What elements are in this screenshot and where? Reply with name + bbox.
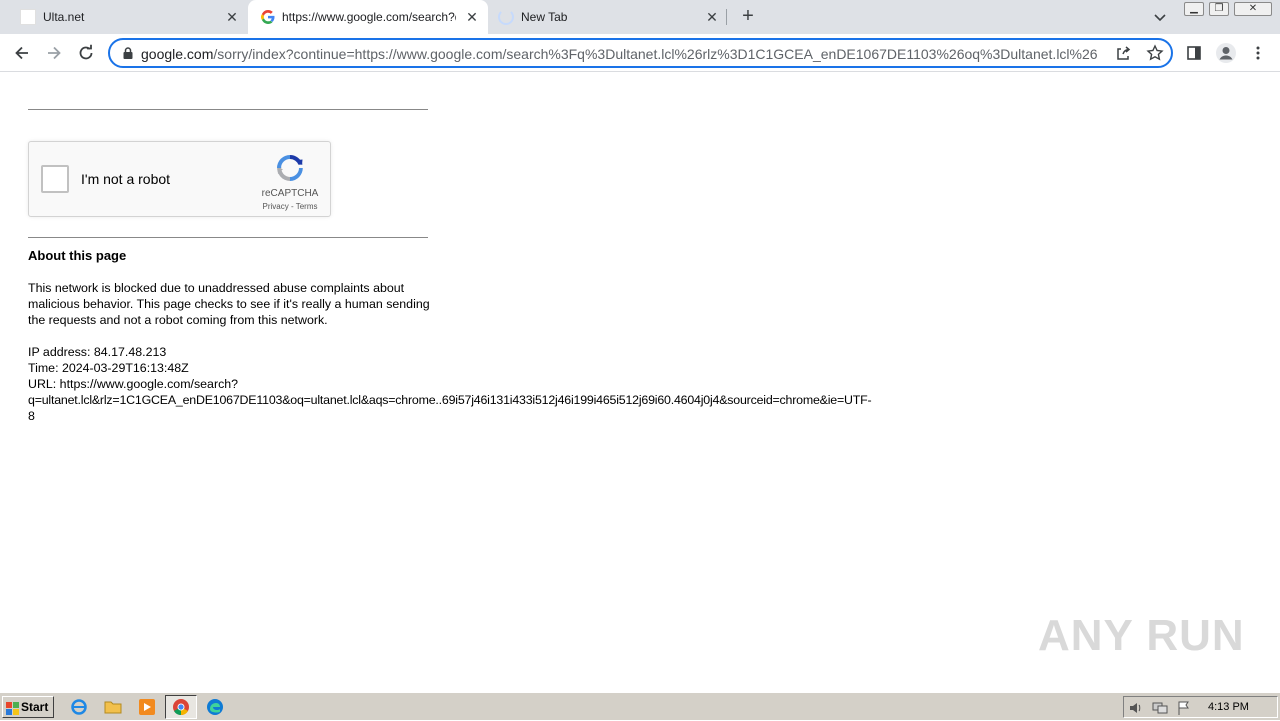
tab-title: https://www.google.com/search?q=	[282, 10, 456, 24]
url-line: q=ultanet.lcl&rlz=1C1GCEA_enDE1067DE1103…	[28, 393, 872, 407]
url-host: google.com	[141, 46, 214, 62]
page-icon	[20, 9, 36, 25]
request-info: IP address: 84.17.48.213 Time: 2024-03-2…	[28, 344, 948, 424]
captcha-label: I'm not a robot	[81, 171, 171, 187]
close-window-button[interactable]: ✕	[1234, 2, 1272, 16]
url-line: 8	[28, 409, 35, 423]
profile-icon	[1216, 43, 1236, 63]
captcha-brand: reCAPTCHA	[261, 188, 319, 199]
time-stamp: Time: 2024-03-29T16:13:48Z	[28, 361, 189, 375]
taskbar-chrome-button[interactable]	[165, 695, 197, 719]
system-tray: 4:13 PM	[1123, 696, 1278, 718]
anyrun-watermark: ANY RUN	[1038, 611, 1245, 660]
back-button[interactable]	[10, 41, 34, 65]
address-bar[interactable]: google.com/sorry/index?continue=https://…	[108, 38, 1173, 68]
speaker-icon[interactable]	[1128, 700, 1144, 716]
chevron-down-icon[interactable]	[1152, 9, 1168, 25]
clock: 4:13 PM	[1208, 701, 1249, 713]
side-panel-button[interactable]	[1182, 41, 1206, 65]
google-icon	[260, 9, 276, 25]
flag-icon[interactable]	[1176, 700, 1192, 716]
url-path: /sorry/index?continue=https://www.google…	[213, 46, 1098, 62]
new-tab-button[interactable]: +	[737, 6, 759, 28]
kebab-menu-icon	[1256, 46, 1260, 60]
reload-icon	[79, 44, 93, 60]
recaptcha-widget: I'm not a robot reCAPTCHA Privacy - Term…	[28, 141, 331, 217]
menu-button[interactable]	[1246, 41, 1270, 65]
chrome-icon	[173, 699, 189, 716]
share-icon[interactable]	[1114, 45, 1132, 63]
close-icon[interactable]: ✕	[224, 9, 240, 25]
profile-button[interactable]	[1214, 41, 1238, 65]
tab-title: Ulta.net	[43, 10, 85, 24]
tab-ulta[interactable]: Ulta.net ✕	[8, 0, 248, 34]
forward-button[interactable]	[42, 41, 66, 65]
lock-icon[interactable]	[121, 46, 135, 60]
media-player-icon[interactable]	[138, 698, 156, 716]
url-text[interactable]: google.com/sorry/index?continue=https://…	[141, 46, 1106, 62]
recaptcha-logo-icon	[274, 152, 306, 184]
tab-google[interactable]: https://www.google.com/search?q= ✕	[248, 0, 488, 34]
close-icon[interactable]: ✕	[464, 9, 480, 25]
arrow-left-icon	[15, 46, 28, 60]
page-content: I'm not a robot reCAPTCHA Privacy - Term…	[0, 73, 1280, 692]
tab-new[interactable]: New Tab ✕	[488, 0, 728, 34]
taskbar: Start 4:13 PM	[0, 692, 1280, 720]
url-line: URL: https://www.google.com/search?	[28, 377, 239, 391]
tab-title: New Tab	[521, 10, 568, 24]
folder-icon[interactable]	[104, 698, 122, 716]
privacy-link[interactable]: Privacy	[263, 202, 289, 211]
minimize-button[interactable]: ▁	[1184, 2, 1204, 16]
about-heading: About this page	[28, 248, 127, 263]
divider	[28, 237, 428, 238]
restore-button[interactable]: ❐	[1209, 2, 1229, 16]
browser-toolbar: google.com/sorry/index?continue=https://…	[0, 34, 1280, 72]
terms-link[interactable]: Terms	[296, 202, 318, 211]
start-button[interactable]: Start	[2, 696, 54, 718]
ip-address: IP address: 84.17.48.213	[28, 345, 167, 359]
close-icon[interactable]: ✕	[704, 9, 720, 25]
star-icon[interactable]	[1146, 44, 1164, 62]
link-separator: -	[288, 202, 296, 211]
captcha-links: Privacy - Terms	[251, 202, 329, 211]
windows-flag-icon	[6, 701, 19, 715]
arrow-right-icon	[48, 46, 61, 60]
start-label: Start	[21, 700, 49, 714]
edge-icon[interactable]	[206, 698, 224, 716]
divider	[28, 109, 428, 110]
about-paragraph: This network is blocked due to unaddress…	[28, 281, 430, 327]
network-icon[interactable]	[1152, 700, 1168, 716]
reload-button[interactable]	[74, 41, 98, 65]
captcha-checkbox[interactable]	[41, 165, 69, 193]
internet-explorer-icon[interactable]	[70, 698, 88, 716]
side-panel-icon	[1187, 46, 1201, 60]
loading-spinner-icon	[498, 9, 514, 25]
tab-divider	[726, 9, 727, 25]
tab-strip: Ulta.net ✕ https://www.google.com/search…	[0, 0, 1280, 34]
